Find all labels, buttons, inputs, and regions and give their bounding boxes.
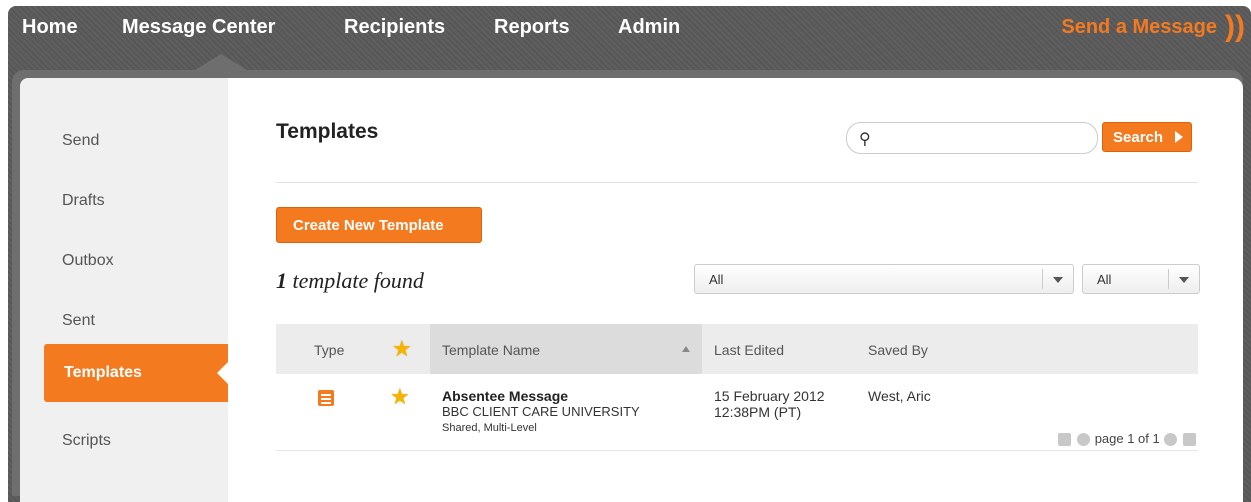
search-icon: ⚲ [859,131,871,148]
search-button-label: Search [1113,129,1164,146]
search-button[interactable]: Search [1102,122,1192,152]
nav-home[interactable]: Home [22,16,78,39]
sidebar-item-scripts[interactable]: Scripts [62,432,111,450]
column-template-name[interactable]: Template Name [442,342,540,358]
page-indicator: page 1 of 1 [1094,431,1160,446]
last-edited: 15 February 2012 12:38PM (PT) [714,388,825,420]
filter-dropdown-2[interactable]: All [1082,264,1200,294]
last-page-icon[interactable] [1183,433,1196,447]
page-title: Templates [276,120,379,143]
table-header: Type ★ Template Name Last Edited Saved B… [276,324,1198,374]
filter-dropdown-2-value: All [1097,272,1112,287]
saved-by: West, Aric [868,388,931,404]
create-button-label: Create New Template [293,217,444,234]
sidebar-item-label: Templates [64,364,142,381]
sidebar-item-sent[interactable]: Sent [62,312,95,330]
sidebar-item-send[interactable]: Send [62,132,99,150]
column-type[interactable]: Type [314,342,344,358]
nav-admin[interactable]: Admin [618,16,680,39]
nav-reports[interactable]: Reports [494,16,570,39]
sidebar: Send Drafts Outbox Sent Scripts [20,78,228,502]
dropdown-separator [1168,269,1169,289]
results-count: 1 template found [276,268,424,294]
dropdown-separator [1042,269,1043,289]
sort-ascending-icon [682,346,690,352]
prev-page-icon[interactable] [1077,433,1091,447]
next-page-icon[interactable] [1164,433,1178,447]
template-type-icon [318,390,334,406]
last-edited-date: 15 February 2012 [714,388,825,404]
nav-message-center[interactable]: Message Center [122,16,275,39]
template-org: BBC CLIENT CARE UNIVERSITY [442,404,640,419]
results-count-text: template found [292,268,424,293]
send-message-link[interactable]: Send a Message [1061,16,1217,39]
star-icon[interactable]: ★ [392,336,412,362]
chevron-down-icon [1053,277,1063,283]
active-nav-pointer [195,54,247,70]
create-new-template-button[interactable]: Create New Template [276,207,482,243]
send-message-icon[interactable]: )) [1225,10,1245,44]
filter-dropdown-1[interactable]: All [694,264,1074,294]
divider [276,182,1198,183]
filter-dropdown-1-value: All [709,272,724,287]
search-box: ⚲ [846,122,1098,154]
template-name[interactable]: Absentee Message [442,388,568,404]
template-sharing: Shared, Multi-Level [442,422,537,434]
sidebar-item-drafts[interactable]: Drafts [62,192,105,210]
column-last-edited[interactable]: Last Edited [714,342,784,358]
chevron-down-icon [1179,277,1189,283]
search-input[interactable] [881,126,1085,150]
top-nav: Home Message Center Recipients Reports A… [8,6,1251,54]
results-count-number: 1 [276,268,287,293]
star-icon[interactable]: ★ [390,384,410,410]
sidebar-item-templates[interactable]: Templates [44,344,228,402]
pager: page 1 of 1 [1057,431,1197,447]
first-page-icon[interactable] [1058,433,1072,447]
sidebar-item-outbox[interactable]: Outbox [62,252,114,270]
active-indicator [217,362,228,384]
nav-recipients[interactable]: Recipients [344,16,445,39]
main-panel: Templates ⚲ Search Create New Template 1… [228,78,1243,502]
last-edited-time: 12:38PM (PT) [714,404,802,420]
play-arrow-icon [1175,131,1183,143]
column-saved-by[interactable]: Saved By [868,342,928,358]
